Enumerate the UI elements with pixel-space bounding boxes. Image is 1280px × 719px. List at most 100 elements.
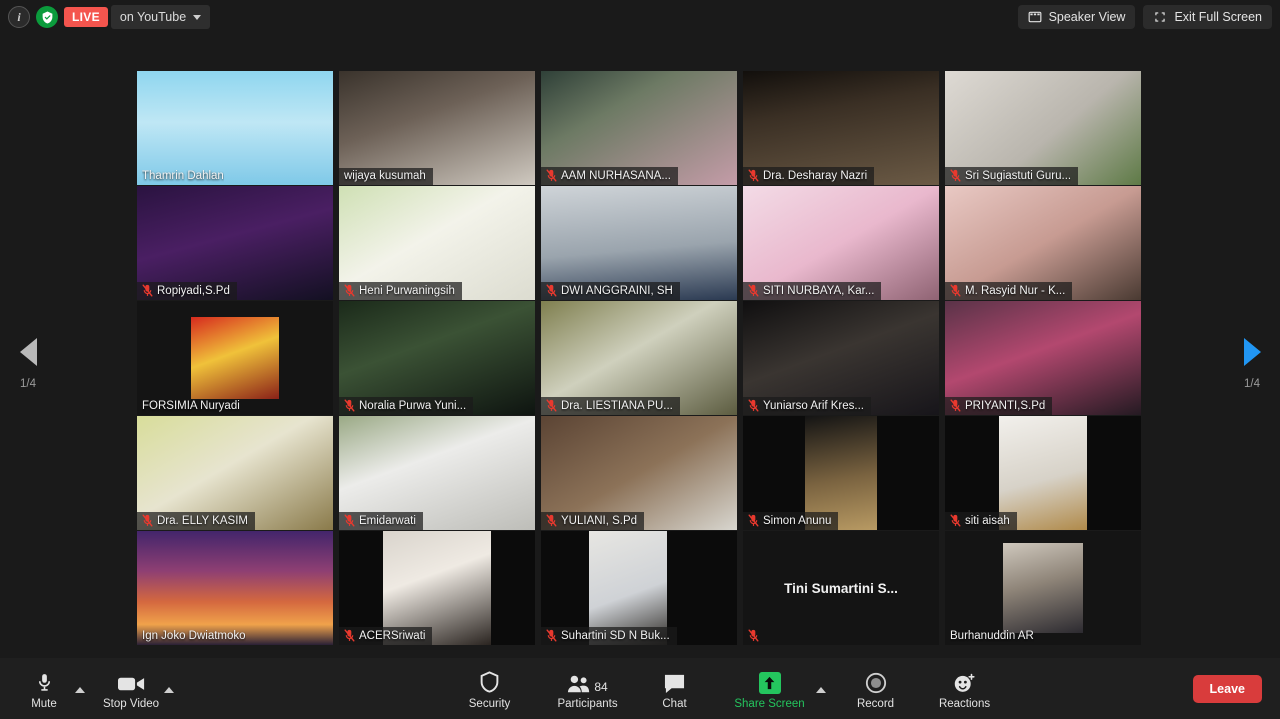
participant-tile[interactable]: YULIANI, S.Pd bbox=[541, 416, 737, 530]
speaker-view-label: Speaker View bbox=[1048, 10, 1126, 24]
smiley-plus-icon bbox=[953, 668, 976, 694]
avatar bbox=[1003, 543, 1083, 633]
participant-tile[interactable]: siti aisah bbox=[945, 416, 1141, 530]
gallery-row: Dra. ELLY KASIM Emidarwati YULIANI, S.Pd Si… bbox=[137, 416, 1143, 530]
participant-tile[interactable]: Suhartini SD N Buk... bbox=[541, 531, 737, 645]
previous-page-control[interactable]: 1/4 bbox=[0, 338, 56, 390]
muted-mic-icon bbox=[748, 284, 759, 297]
participant-tile[interactable]: Dra. LIESTIANA PU... bbox=[541, 301, 737, 415]
security-label: Security bbox=[468, 697, 511, 710]
share-screen-button[interactable]: Share Screen bbox=[729, 658, 811, 719]
participant-tile[interactable]: M. Rasyid Nur - K... bbox=[945, 186, 1141, 300]
live-status-group: i LIVE on YouTube bbox=[8, 5, 211, 29]
gallery-row: FORSIMIA Nuryadi Noralia Purwa Yuni... Dra… bbox=[137, 301, 1143, 415]
share-options-button[interactable] bbox=[811, 658, 828, 719]
participant-tile[interactable]: Thamrin Dahlan bbox=[137, 71, 333, 185]
participant-tile[interactable]: Tini Sumartini S... bbox=[743, 531, 939, 645]
participant-tile[interactable]: Noralia Purwa Yuni... bbox=[339, 301, 535, 415]
participant-tile[interactable]: Dra. ELLY KASIM bbox=[137, 416, 333, 530]
participant-name: Suhartini SD N Buk... bbox=[561, 629, 670, 642]
participant-name: Thamrin Dahlan bbox=[142, 170, 224, 182]
participant-name-bar: Ropiyadi,S.Pd bbox=[137, 282, 237, 300]
info-icon[interactable]: i bbox=[8, 6, 30, 28]
muted-mic-icon bbox=[546, 629, 557, 642]
participant-tile[interactable]: Dra. Desharay Nazri bbox=[743, 71, 939, 185]
participant-name-bar: Dra. ELLY KASIM bbox=[137, 512, 255, 530]
participant-name: Sri Sugiastuti Guru... bbox=[965, 169, 1072, 182]
participant-name: Emidarwati bbox=[359, 514, 416, 527]
participant-tile[interactable]: Emidarwati bbox=[339, 416, 535, 530]
people-icon: 84 bbox=[567, 668, 608, 694]
participant-name-bar: PRIYANTI,S.Pd bbox=[945, 397, 1053, 415]
record-label: Record bbox=[856, 697, 895, 710]
participant-name-bar: Noralia Purwa Yuni... bbox=[339, 397, 474, 415]
participant-name: Noralia Purwa Yuni... bbox=[359, 399, 467, 412]
muted-mic-icon bbox=[546, 399, 557, 412]
gallery-row: Ign Joko Dwiatmoko ACERSriwati Suhartini S… bbox=[137, 531, 1143, 645]
stream-destination-dropdown[interactable]: on YouTube bbox=[110, 5, 211, 29]
chevron-left-icon bbox=[19, 338, 37, 366]
audio-options-button[interactable] bbox=[70, 658, 87, 719]
participant-tile[interactable]: SITI NURBAYA, Kar... bbox=[743, 186, 939, 300]
video-options-button[interactable] bbox=[159, 658, 176, 719]
participant-name-bar: YULIANI, S.Pd bbox=[541, 512, 645, 530]
participant-name-bar: Emidarwati bbox=[339, 512, 423, 530]
participant-name-bar: siti aisah bbox=[945, 512, 1017, 530]
muted-mic-icon bbox=[546, 514, 557, 527]
participant-name-bar: FORSIMIA Nuryadi bbox=[137, 398, 247, 415]
next-page-control[interactable]: 1/4 bbox=[1224, 338, 1280, 390]
participant-tile[interactable]: PRIYANTI,S.Pd bbox=[945, 301, 1141, 415]
speaker-view-button[interactable]: Speaker View bbox=[1017, 5, 1136, 29]
participant-tile[interactable]: Burhanuddin AR bbox=[945, 531, 1141, 645]
participant-name: Yuniarso Arif Kres... bbox=[763, 399, 864, 412]
muted-mic-icon bbox=[950, 284, 961, 297]
participant-name: Heni Purwaningsih bbox=[359, 284, 455, 297]
participant-name-bar: DWI ANGGRAINI, SH bbox=[541, 282, 680, 300]
share-screen-label: Share Screen bbox=[734, 697, 805, 710]
mute-label: Mute bbox=[31, 697, 57, 710]
participant-tile[interactable]: ACERSriwati bbox=[339, 531, 535, 645]
page-indicator-left: 1/4 bbox=[20, 378, 36, 390]
participant-tile[interactable]: Ropiyadi,S.Pd bbox=[137, 186, 333, 300]
exit-full-screen-button[interactable]: Exit Full Screen bbox=[1143, 5, 1272, 29]
participant-tile[interactable]: Yuniarso Arif Kres... bbox=[743, 301, 939, 415]
participant-name: PRIYANTI,S.Pd bbox=[965, 399, 1046, 412]
gallery-row: Thamrin Dahlan wijaya kusumah AAM NURHASAN… bbox=[137, 71, 1143, 185]
muted-mic-icon bbox=[344, 399, 355, 412]
participant-tile[interactable]: AAM NURHASANA... bbox=[541, 71, 737, 185]
participants-count: 84 bbox=[594, 679, 608, 694]
participant-name-bar: Burhanuddin AR bbox=[945, 628, 1041, 645]
reactions-button[interactable]: Reactions bbox=[932, 658, 998, 719]
muted-mic-icon bbox=[142, 284, 153, 297]
participants-label: Participants bbox=[557, 697, 618, 710]
leave-button[interactable]: Leave bbox=[1192, 674, 1262, 703]
exit-fullscreen-icon bbox=[1155, 12, 1166, 22]
participant-tile[interactable]: wijaya kusumah bbox=[339, 71, 535, 185]
participants-button[interactable]: 84 Participants bbox=[549, 658, 627, 719]
participant-name-bar: Dra. Desharay Nazri bbox=[743, 167, 875, 185]
chevron-up-icon bbox=[75, 687, 85, 693]
chat-button[interactable]: Chat bbox=[653, 658, 697, 719]
participant-tile[interactable]: Ign Joko Dwiatmoko bbox=[137, 531, 333, 645]
participant-name-bar: M. Rasyid Nur - K... bbox=[945, 282, 1073, 300]
security-button[interactable]: Security bbox=[459, 658, 521, 719]
exit-full-screen-label: Exit Full Screen bbox=[1174, 10, 1262, 24]
shield-icon[interactable] bbox=[36, 6, 58, 28]
chat-bubble-icon bbox=[663, 668, 686, 694]
participant-name: siti aisah bbox=[965, 514, 1010, 527]
record-circle-icon bbox=[865, 668, 887, 694]
participant-tile[interactable]: Simon Anunu bbox=[743, 416, 939, 530]
participant-name: Simon Anunu bbox=[763, 514, 832, 527]
participant-name: Tini Sumartini S... bbox=[784, 580, 898, 596]
participant-tile[interactable]: Sri Sugiastuti Guru... bbox=[945, 71, 1141, 185]
chevron-up-icon bbox=[164, 687, 175, 693]
record-button[interactable]: Record bbox=[848, 658, 904, 719]
muted-mic-icon bbox=[748, 629, 759, 642]
participant-tile[interactable]: Heni Purwaningsih bbox=[339, 186, 535, 300]
participant-tile[interactable]: DWI ANGGRAINI, SH bbox=[541, 186, 737, 300]
mute-button[interactable]: Mute bbox=[18, 658, 70, 719]
participant-name: DWI ANGGRAINI, SH bbox=[561, 284, 673, 297]
chevron-right-icon bbox=[1243, 338, 1261, 366]
stop-video-button[interactable]: Stop Video bbox=[103, 658, 159, 719]
participant-tile[interactable]: FORSIMIA Nuryadi bbox=[137, 301, 333, 415]
